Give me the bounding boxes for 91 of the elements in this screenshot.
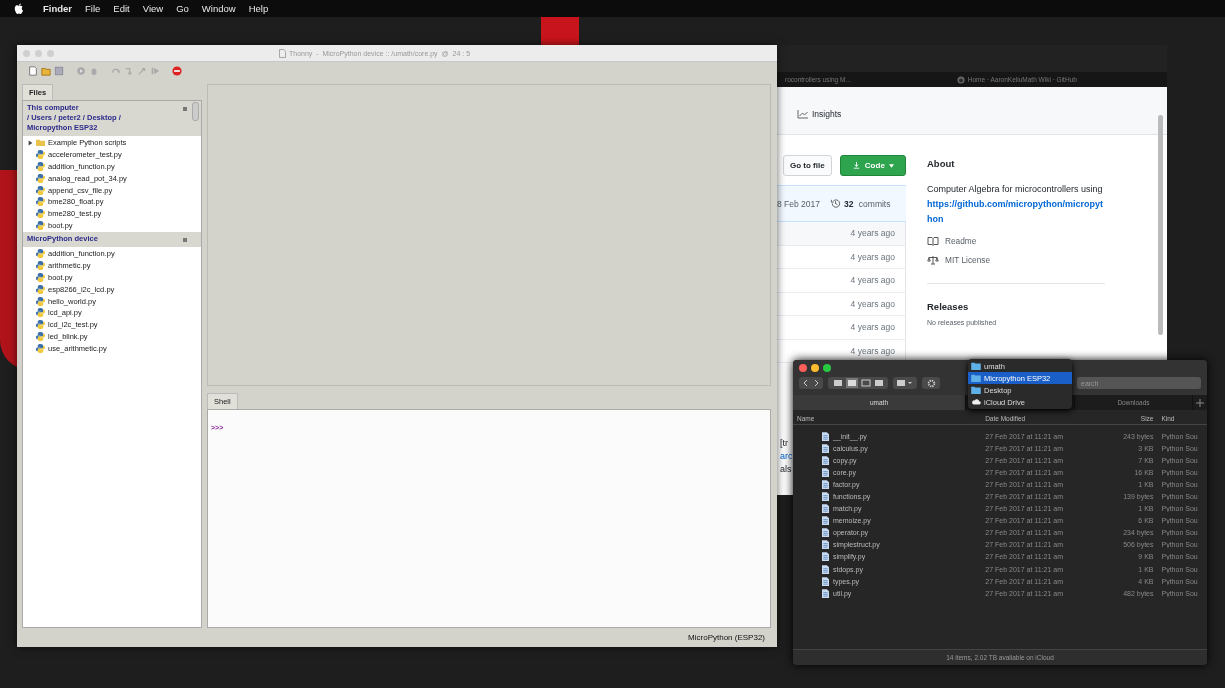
python-file-icon — [36, 284, 45, 294]
apple-icon[interactable] — [14, 2, 24, 15]
menu-item[interactable]: File — [85, 3, 101, 14]
partial-text: arc — [780, 451, 793, 461]
python-file-icon — [36, 173, 45, 183]
document-icon — [822, 588, 829, 598]
repo-description: Computer Algebra for microcontrollers using — [927, 183, 1104, 196]
scrollbar[interactable] — [1158, 115, 1163, 335]
python-file-icon — [36, 150, 45, 160]
document-icon — [822, 467, 829, 477]
status-text: MicroPython (ESP32) — [688, 633, 765, 642]
commit-age: 4 years ago — [850, 298, 895, 309]
graph-icon — [797, 108, 809, 119]
document-icon — [822, 552, 829, 562]
document-icon — [822, 504, 829, 514]
grid-icon — [895, 378, 915, 388]
document-icon — [822, 516, 829, 526]
document-icon — [822, 431, 829, 441]
gear-icon — [926, 378, 936, 388]
document-icon — [279, 48, 286, 58]
insights-tab[interactable]: Insights — [797, 108, 842, 119]
document-icon — [822, 564, 829, 574]
document-icon — [822, 455, 829, 465]
new-file-icon[interactable] — [28, 66, 38, 76]
python-file-icon — [36, 162, 45, 171]
scale-icon — [927, 255, 939, 265]
bug-icon[interactable] — [89, 66, 99, 76]
stop-icon[interactable] — [172, 66, 182, 76]
menu-item[interactable]: Edit — [113, 3, 130, 14]
view-switcher[interactable] — [828, 377, 888, 389]
python-file-icon — [36, 273, 45, 282]
menu-item[interactable]: View — [142, 3, 164, 14]
python-file-icon — [36, 249, 45, 259]
python-file-icon — [36, 220, 45, 230]
menu-item[interactable]: Help — [248, 3, 269, 14]
partial-text: als — [780, 464, 793, 474]
resume-icon[interactable] — [150, 66, 160, 76]
folder-icon — [36, 138, 45, 148]
repo-link[interactable]: https://github.com/micropython/micropython — [927, 197, 1107, 227]
go-to-file-button[interactable]: Go to file — [783, 155, 832, 176]
step-into-icon[interactable] — [124, 66, 134, 76]
python-file-icon — [36, 331, 45, 341]
python-file-icon — [36, 261, 45, 271]
document-icon — [822, 528, 829, 538]
save-icon[interactable] — [54, 66, 64, 76]
book-icon — [927, 236, 939, 246]
caret-icon — [888, 163, 894, 168]
document-icon — [822, 540, 829, 550]
python-file-icon — [36, 296, 45, 306]
download-icon — [851, 161, 861, 170]
document-icon — [822, 443, 829, 453]
commit-age: 4 years ago — [850, 322, 895, 333]
partial-text: [tr — [780, 438, 789, 448]
minimize-button[interactable] — [811, 364, 819, 372]
license-link[interactable]: MIT License — [945, 255, 991, 265]
commit-age: 4 years ago — [850, 251, 895, 262]
back-forward-icon — [801, 378, 821, 388]
menu-item[interactable]: Window — [201, 3, 236, 14]
expand-arrow-icon[interactable] — [28, 139, 33, 146]
scrollbar[interactable] — [192, 102, 199, 121]
menu-item[interactable]: Go — [176, 3, 189, 14]
commit-age: 4 years ago — [850, 345, 895, 356]
python-file-icon — [36, 185, 45, 195]
github-icon — [956, 75, 965, 84]
step-over-icon[interactable] — [111, 66, 121, 76]
action-button[interactable] — [922, 377, 940, 389]
python-file-icon — [36, 343, 45, 353]
about-heading: About — [927, 158, 956, 169]
python-file-icon — [36, 320, 45, 330]
readme-link[interactable]: Readme — [945, 236, 977, 246]
document-icon — [822, 576, 829, 586]
cloud-icon — [971, 398, 981, 406]
step-out-icon[interactable] — [137, 66, 147, 76]
back-forward-control[interactable] — [799, 377, 823, 389]
zoom-button[interactable] — [823, 364, 831, 372]
document-icon — [822, 479, 829, 489]
commits-link[interactable]: 32 commits — [830, 198, 891, 209]
commit-age: 4 years ago — [850, 228, 895, 239]
close-button[interactable] — [799, 364, 807, 372]
history-icon — [830, 198, 841, 209]
menu-item[interactable]: Finder — [43, 3, 73, 14]
folder-icon[interactable] — [41, 66, 51, 76]
python-file-icon — [36, 308, 45, 318]
python-file-icon — [36, 209, 45, 219]
run-icon[interactable] — [76, 66, 86, 76]
releases-heading: Releases — [927, 301, 970, 312]
python-file-icon — [36, 197, 45, 207]
commit-age: 4 years ago — [850, 275, 895, 286]
group-button[interactable] — [893, 377, 917, 389]
document-icon — [822, 492, 829, 501]
commit-date: 8 Feb 2017 — [777, 198, 820, 209]
